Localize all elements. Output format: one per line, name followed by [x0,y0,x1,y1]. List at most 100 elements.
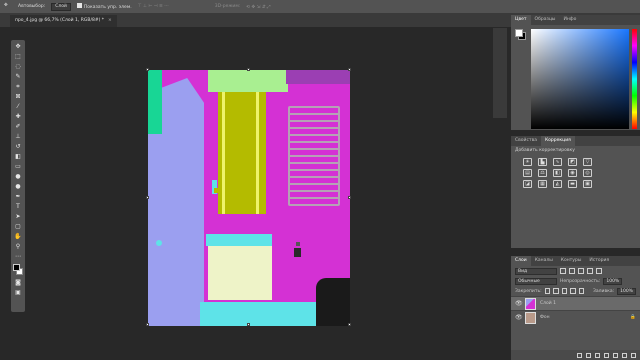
foreground-color-swatch[interactable] [515,29,523,37]
black-white-icon[interactable]: ◧ [553,169,562,177]
healing-brush-icon[interactable]: ✚ [14,113,22,121]
type-tool-icon[interactable]: T [14,203,22,211]
invert-icon[interactable]: ◪ [523,180,532,188]
tab-channels[interactable]: Каналы [531,256,557,266]
color-balance-icon[interactable]: ⚖ [538,169,547,177]
transform-handle[interactable] [348,196,351,199]
selective-color-icon[interactable]: ▣ [583,180,592,188]
zoom-tool-icon[interactable]: ⚲ [14,243,22,251]
filter-smart-icon[interactable] [596,268,602,274]
levels-icon[interactable]: ▙ [538,158,547,166]
crop-tool-icon[interactable]: ⌗ [14,83,22,91]
3d-mode-icons[interactable]: ⟲ ✥ ⇲ ⇵ ⤢ [246,4,270,10]
transform-handle[interactable] [247,323,250,326]
gradient-map-icon[interactable]: ▬ [568,180,577,188]
tab-adjustments[interactable]: Коррекция [540,136,575,146]
clone-stamp-icon[interactable]: ⊥ [14,133,22,141]
lasso-tool-icon[interactable]: ◌ [14,63,22,71]
layer-row[interactable]: 👁 Фон 🔒 [511,310,640,324]
layer-row[interactable]: 👁 Слой 1 [511,296,640,310]
filter-shape-icon[interactable] [587,268,593,274]
curves-icon[interactable]: ∿ [553,158,562,166]
transform-checkbox[interactable]: Показать упр. элем. [76,3,132,10]
frame-tool-icon[interactable]: ⊠ [14,93,22,101]
screen-mode-icon[interactable]: ▣ [14,289,22,297]
options-bar: ✥ Автовыбор: Слой Показать упр. элем. ⊤ … [0,0,640,13]
add-mask-icon[interactable] [595,352,600,358]
lock-all-icon[interactable] [578,288,584,294]
layer-thumbnail [525,297,536,310]
fill-field[interactable]: 100% [617,287,636,295]
hue-saturation-icon[interactable]: ▤ [523,169,532,177]
foreground-color-swatch[interactable] [13,264,20,271]
tab-paths[interactable]: Контуры [557,256,586,266]
color-swatches[interactable] [12,263,24,277]
quick-mask-icon[interactable]: ◙ [14,279,22,287]
marquee-tool-icon[interactable]: ⬚ [14,53,22,61]
document-tab[interactable]: про_4.jpg @ 66,7% (Слой 1, RGB/8#) * × [10,15,117,27]
transform-handle[interactable] [146,323,149,326]
eye-icon[interactable]: 👁 [515,314,523,321]
exposure-icon[interactable]: ◩ [568,158,577,166]
move-tool-icon[interactable]: ✥ [14,43,22,51]
autoselect-dropdown[interactable]: Слой [51,2,71,11]
tab-properties[interactable]: Свойства [511,136,541,146]
lock-artboard-icon[interactable] [570,288,576,294]
quick-select-icon[interactable]: ✎ [14,73,22,81]
brush-tool-icon[interactable]: ✐ [14,123,22,131]
pen-tool-icon[interactable]: ✒ [14,193,22,201]
eyedropper-icon[interactable]: ⁄ [14,103,22,111]
close-icon[interactable]: × [108,18,112,23]
new-adjustment-icon[interactable] [604,352,609,358]
lock-paint-icon[interactable] [553,288,559,294]
link-layers-icon[interactable] [577,352,582,358]
transform-handle[interactable] [348,323,351,326]
fx-icon[interactable] [586,352,591,358]
blend-mode-dropdown[interactable]: Обычные [515,277,557,285]
opacity-field[interactable]: 100% [603,277,623,285]
transform-handle[interactable] [146,68,149,71]
new-layer-icon[interactable] [622,352,627,358]
tab-color[interactable]: Цвет [511,15,531,25]
tab-layers[interactable]: Слои [511,256,531,266]
hand-tool-icon[interactable]: ✋ [14,233,22,241]
tab-swatches[interactable]: Образцы [531,15,560,25]
blur-tool-icon[interactable]: ● [14,173,22,181]
filter-pixel-icon[interactable] [560,268,566,274]
brightness-contrast-icon[interactable]: ☀ [523,158,532,166]
delete-layer-icon[interactable] [631,352,636,358]
shape-tool-icon[interactable]: ▢ [14,223,22,231]
tab-info[interactable]: Инфо [560,15,581,25]
filter-adjust-icon[interactable] [569,268,575,274]
lock-pixels-icon[interactable] [544,288,551,294]
transform-handle[interactable] [247,68,250,71]
history-brush-icon[interactable]: ↺ [14,143,22,151]
channel-mixer-icon[interactable]: ◎ [583,169,592,177]
eraser-tool-icon[interactable]: ◧ [14,153,22,161]
transform-label: Показать упр. элем. [83,5,132,10]
path-select-icon[interactable]: ➤ [14,213,22,221]
wall-socket [294,248,301,257]
align-icons[interactable]: ⊤ ⊥ ⊢ ⊣ ≡ ⋯ [138,4,169,9]
lock-position-icon[interactable] [561,288,568,294]
posterize-icon[interactable]: ▦ [538,180,547,188]
new-group-icon[interactable] [613,352,618,358]
photo-filter-icon[interactable]: ◉ [568,169,577,177]
document-canvas[interactable] [148,70,350,326]
eye-icon[interactable]: 👁 [515,300,523,307]
hue-slider[interactable] [632,29,637,129]
dodge-tool-icon[interactable]: ● [14,183,22,191]
tab-history[interactable]: История [585,256,613,266]
transform-handle[interactable] [146,196,149,199]
threshold-icon[interactable]: ◭ [553,180,562,188]
layer-name[interactable]: Слой 1 [540,301,556,306]
vibrance-icon[interactable]: ▽ [583,158,592,166]
kind-filter-dropdown[interactable]: Вид [515,267,557,275]
transform-handle[interactable] [348,68,351,71]
move-tool-icon[interactable]: ✥ [4,3,12,11]
more-tools-icon[interactable]: ⋯ [14,253,22,261]
gradient-tool-icon[interactable]: ▭ [14,163,22,171]
layer-name[interactable]: Фон [540,315,550,320]
filter-type-icon[interactable] [578,268,584,274]
color-picker-field[interactable] [531,29,629,129]
